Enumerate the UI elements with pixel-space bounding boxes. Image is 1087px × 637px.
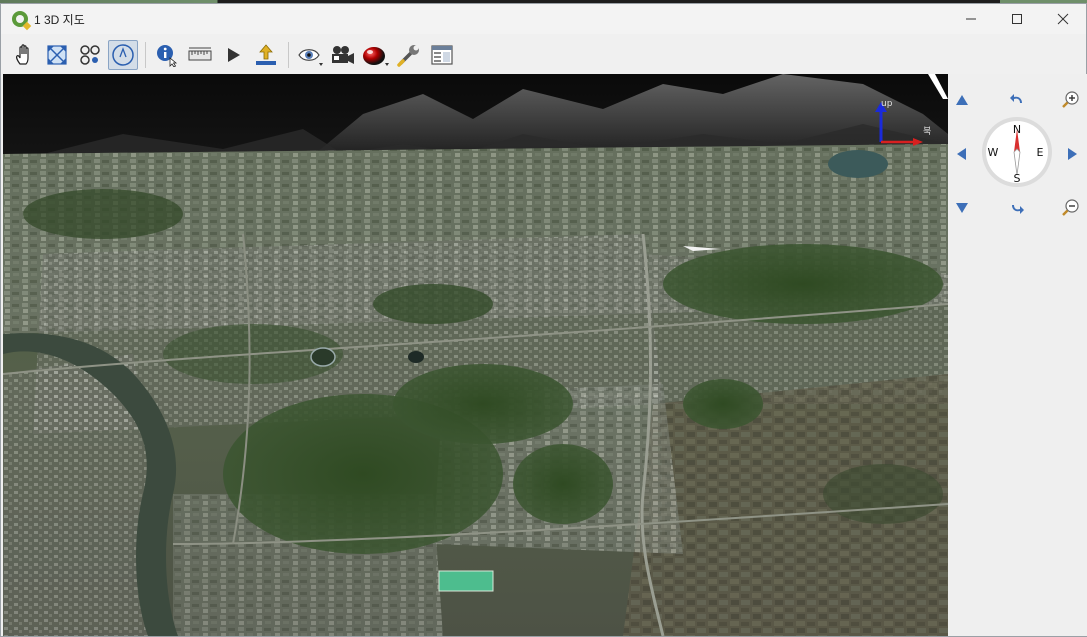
camera-pose-button[interactable] bbox=[75, 40, 105, 70]
camera-pose-icon bbox=[80, 45, 100, 65]
export-icon bbox=[256, 44, 276, 65]
export-button[interactable] bbox=[251, 40, 281, 70]
scene-panel-icon bbox=[431, 45, 453, 65]
pan-hand-icon bbox=[16, 44, 29, 65]
zoom-full-button[interactable] bbox=[42, 40, 72, 70]
shading-sphere-icon bbox=[363, 47, 389, 66]
qgis-logo-icon bbox=[12, 11, 32, 31]
minimize-button[interactable] bbox=[948, 4, 994, 34]
measure-ruler-icon bbox=[188, 47, 212, 61]
move-right-button[interactable] bbox=[1062, 144, 1082, 164]
camera-video-button[interactable] bbox=[328, 40, 358, 70]
compass[interactable]: N S E W bbox=[980, 115, 1054, 189]
close-button[interactable] bbox=[1040, 4, 1086, 34]
compass-east-label: E bbox=[1037, 146, 1044, 159]
toolbar-separator bbox=[288, 42, 289, 68]
visibility-eye-icon bbox=[298, 49, 323, 66]
move-left-button[interactable] bbox=[952, 144, 972, 164]
configure-button[interactable] bbox=[394, 40, 424, 70]
minimize-icon bbox=[966, 18, 976, 20]
rotate-ccw-button[interactable] bbox=[1007, 90, 1027, 110]
axis-north-label: 북 bbox=[923, 126, 931, 137]
zoom-in-button[interactable] bbox=[1061, 90, 1081, 110]
3d-map-window: 1 3D 지도 up 북 N S E W bbox=[0, 3, 1087, 637]
toolbar-separator bbox=[145, 42, 146, 68]
arrow-down-icon bbox=[956, 203, 968, 213]
window-title: 1 3D 지도 bbox=[34, 12, 85, 27]
axis-up-label: up bbox=[881, 99, 893, 109]
navigation-panel: N S E W bbox=[949, 74, 1087, 636]
measure-button[interactable] bbox=[185, 40, 215, 70]
move-up-button[interactable] bbox=[952, 90, 972, 110]
identify-icon bbox=[157, 45, 178, 67]
arrow-up-icon bbox=[956, 95, 968, 105]
scene-panel-button[interactable] bbox=[427, 40, 457, 70]
compass-south-label: S bbox=[1014, 172, 1021, 185]
title-bar: 1 3D 지도 bbox=[1, 4, 1086, 34]
maximize-button[interactable] bbox=[994, 4, 1040, 34]
zoom-out-button[interactable] bbox=[1061, 198, 1081, 218]
close-icon bbox=[1057, 13, 1069, 25]
animation-play-icon bbox=[228, 48, 240, 62]
visibility-button[interactable] bbox=[295, 40, 325, 70]
zoom-out-icon bbox=[1062, 199, 1079, 216]
camera-video-icon bbox=[332, 46, 354, 64]
configure-wrench-icon bbox=[397, 45, 419, 67]
aerial-terrain-render: up 북 bbox=[3, 74, 948, 636]
rotate-ccw-icon bbox=[1010, 94, 1022, 103]
rotate-cw-button[interactable] bbox=[1007, 198, 1027, 218]
zoom-full-icon bbox=[47, 45, 67, 65]
shading-button[interactable] bbox=[361, 40, 391, 70]
arrow-left-icon bbox=[957, 148, 966, 160]
animation-button[interactable] bbox=[218, 40, 248, 70]
zoom-in-icon bbox=[1062, 91, 1079, 108]
compass-north-label: N bbox=[1013, 123, 1021, 136]
maximize-icon bbox=[1012, 14, 1022, 24]
navigation-compass-icon bbox=[112, 44, 134, 66]
navigation-button[interactable] bbox=[108, 40, 138, 70]
identify-button[interactable] bbox=[152, 40, 182, 70]
compass-west-label: W bbox=[988, 146, 999, 159]
3d-toolbar bbox=[1, 36, 1086, 74]
3d-map-canvas[interactable]: up 북 bbox=[3, 74, 948, 636]
compass-rose-icon: N S E W bbox=[982, 117, 1052, 187]
rotate-cw-icon bbox=[1012, 205, 1024, 214]
move-down-button[interactable] bbox=[952, 198, 972, 218]
pan-button[interactable] bbox=[9, 40, 39, 70]
arrow-right-icon bbox=[1068, 148, 1077, 160]
